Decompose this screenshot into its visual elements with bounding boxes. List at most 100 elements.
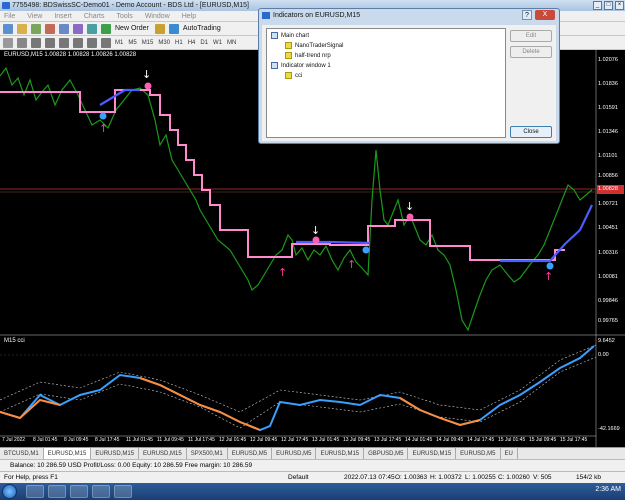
signal-dot — [99, 112, 107, 120]
tree-node-indicator-window[interactable]: Indicator window 1 — [271, 62, 331, 69]
time-label: 13 Jul 01:45 — [312, 437, 340, 443]
svg-text:↑: ↑ — [347, 258, 356, 271]
tf-mn[interactable]: MN — [227, 40, 236, 46]
tf-h4[interactable]: H4 — [188, 40, 196, 46]
menu-view[interactable]: View — [27, 13, 42, 20]
text-icon[interactable] — [101, 37, 111, 48]
new-chart-icon[interactable] — [3, 23, 13, 34]
time-label: 11 Jul 17:45 — [188, 437, 215, 443]
dialog-title: Indicators on EURUSD,M15 — [273, 12, 361, 19]
dialog-icon — [262, 12, 270, 19]
channel-icon[interactable] — [73, 37, 83, 48]
tab-chart[interactable]: EURUSD,M15 — [139, 447, 187, 460]
tf-w1[interactable]: W1 — [213, 40, 222, 46]
crosshair-icon[interactable] — [17, 37, 27, 48]
dialog-titlebar: Indicators on EURUSD,M15 ? X — [259, 9, 559, 22]
balance-line: Balance: 10 286.59 USD Profit/Loss: 0.00… — [0, 459, 625, 471]
tab-chart[interactable]: EURUSD,M15 — [91, 447, 140, 460]
price-label: 1.00721 — [598, 201, 618, 207]
price-label: 1.01346 — [598, 129, 618, 135]
tf-h1[interactable]: H1 — [175, 40, 183, 46]
menu-file[interactable]: File — [4, 13, 15, 20]
tab-chart[interactable]: SPX500,M1 — [187, 447, 228, 460]
time-label: 15 Jul 17:45 — [560, 437, 588, 443]
close-button[interactable]: × — [615, 1, 624, 10]
price-label: 1.02076 — [598, 57, 618, 63]
tab-chart[interactable]: EU — [501, 447, 518, 460]
horizontal-line-icon[interactable] — [45, 37, 55, 48]
autotrading-button[interactable]: AutoTrading — [183, 25, 221, 32]
indicator-tree[interactable]: Main chart NanoTraderSignal half-trend n… — [266, 28, 506, 138]
svg-text:↑: ↑ — [278, 266, 287, 279]
time-label: 12 Jul 01:45 — [219, 437, 247, 443]
terminal-icon[interactable] — [73, 23, 83, 34]
start-button[interactable] — [2, 484, 17, 499]
dialog-help-button[interactable]: ? — [522, 10, 532, 20]
tree-node-cci[interactable]: cci — [285, 72, 302, 79]
dialog-close-icon[interactable]: X — [535, 10, 555, 20]
indicator-icon — [285, 52, 292, 59]
tf-m30[interactable]: M30 — [158, 40, 170, 46]
tree-node-nanotradersignal[interactable]: NanoTraderSignal — [285, 42, 343, 49]
menu-window[interactable]: Window — [145, 13, 170, 20]
delete-button[interactable]: Delete — [510, 46, 552, 58]
tab-chart[interactable]: EURUSD,M5 — [228, 447, 273, 460]
time-label: 15 Jul 09:45 — [529, 437, 557, 443]
price-scale: 1.02076 1.01836 1.01591 1.01346 1.01101 … — [598, 50, 625, 335]
tab-chart[interactable]: EURUSD,M15 — [408, 447, 457, 460]
time-scale: 7 Jul 2022 8 Jul 01:45 8 Jul 09:45 8 Jul… — [0, 437, 596, 447]
tree-node-main-chart[interactable]: Main chart — [271, 32, 309, 39]
market-watch-icon[interactable] — [31, 23, 41, 34]
time-label: 14 Jul 09:45 — [436, 437, 464, 443]
tab-chart[interactable]: EURUSD,M15 — [316, 447, 365, 460]
tf-m5[interactable]: M5 — [128, 40, 136, 46]
window-title: 7755498: BDSwissSC-Demo01 - Demo Account… — [12, 2, 249, 9]
time-label: 8 Jul 01:45 — [33, 437, 58, 443]
window-icon — [271, 62, 278, 69]
taskbar-browser-icon[interactable] — [70, 485, 88, 498]
maximize-button[interactable]: □ — [604, 1, 613, 10]
new-order-icon[interactable] — [101, 23, 111, 34]
data-window-icon[interactable] — [45, 23, 55, 34]
taskbar-explorer-icon[interactable] — [26, 485, 44, 498]
fibonacci-icon[interactable] — [87, 37, 97, 48]
menu-charts[interactable]: Charts — [84, 13, 105, 20]
tab-chart[interactable]: EURUSD,M5 — [456, 447, 501, 460]
taskbar-media-icon[interactable] — [48, 485, 66, 498]
tf-m15[interactable]: M15 — [142, 40, 154, 46]
indicator-max-label: 9.6452 — [598, 338, 615, 344]
time-label: 14 Jul 17:45 — [467, 437, 495, 443]
clock[interactable]: 2:36 AM — [595, 486, 621, 493]
metaeditor-icon[interactable] — [154, 23, 165, 34]
menu-tools[interactable]: Tools — [116, 13, 132, 20]
taskbar-terminal-icon[interactable] — [114, 485, 132, 498]
trendline-icon[interactable] — [59, 37, 69, 48]
up-arrow-icon: ↑ — [99, 122, 108, 135]
profiles-icon[interactable] — [17, 23, 27, 34]
menu-insert[interactable]: Insert — [54, 13, 72, 20]
tf-d1[interactable]: D1 — [200, 40, 208, 46]
tab-chart[interactable]: EURUSD,M15 — [43, 447, 92, 460]
tester-icon[interactable] — [87, 23, 97, 34]
taskbar: 2:36 AM — [0, 483, 625, 500]
time-label: 8 Jul 17:45 — [95, 437, 120, 443]
autotrading-icon[interactable] — [168, 23, 179, 34]
time-label: 8 Jul 09:45 — [64, 437, 89, 443]
vertical-line-icon[interactable] — [31, 37, 41, 48]
tab-chart[interactable]: GBPUSD,M5 — [364, 447, 409, 460]
close-dialog-button[interactable]: Close — [510, 126, 552, 138]
tf-m1[interactable]: M1 — [115, 40, 123, 46]
taskbar-app-icon[interactable] — [92, 485, 110, 498]
chart-header: EURUSD,M15 1.00828 1.00828 1.00826 1.008… — [4, 52, 137, 58]
cursor-icon[interactable] — [3, 37, 13, 48]
price-label: 1.00451 — [598, 225, 618, 231]
tree-node-half-trend[interactable]: half-trend nrp — [285, 52, 331, 59]
time-label: 12 Jul 17:45 — [281, 437, 309, 443]
menu-help[interactable]: Help — [182, 13, 196, 20]
navigator-icon[interactable] — [59, 23, 69, 34]
edit-button[interactable]: Edit — [510, 30, 552, 42]
tab-chart[interactable]: EURUSD,M5 — [272, 447, 317, 460]
new-order-button[interactable]: New Order — [115, 25, 149, 32]
minimize-button[interactable]: _ — [593, 1, 602, 10]
tab-chart[interactable]: BTCUSD,M1 — [0, 447, 44, 460]
